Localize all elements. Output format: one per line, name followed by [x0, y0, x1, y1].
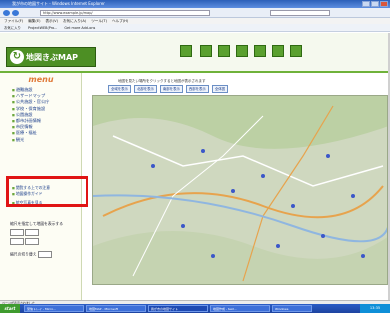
taskbar-button[interactable]: 受信トレイ - Micro... [24, 305, 84, 312]
favorites-item[interactable]: ProjectWEB(Pro... [28, 26, 57, 30]
taskbar-button[interactable]: 地図MAP - Microsoft [86, 305, 146, 312]
scale-select[interactable] [25, 229, 40, 236]
search-input[interactable] [270, 10, 330, 16]
scale-select[interactable] [10, 229, 24, 236]
taskbar-button[interactable]: Windows [272, 305, 312, 312]
help-icon[interactable] [290, 45, 302, 57]
zoom-in-icon[interactable] [200, 45, 212, 57]
site-logo[interactable]: ↻ 地図きぶMAP [6, 47, 96, 67]
page-content: ↻ 地図きぶMAP menu 避難施設 ハザードマップ 公共施設・官公庁 学校・… [0, 33, 390, 300]
map-image [93, 96, 387, 284]
map-tab[interactable]: 西部を表示 [185, 85, 209, 93]
url-input[interactable]: http://www.example.jp/map/ [40, 10, 210, 16]
map-tab[interactable]: 全体図 [211, 85, 228, 93]
clock: 13:35 [360, 304, 390, 313]
scale-label: 縮尺の切り替え [10, 251, 37, 257]
maximize-button[interactable] [371, 1, 379, 7]
favorites-item[interactable]: お気に入り [4, 26, 21, 30]
site-name: 地図きぶMAP [26, 52, 79, 62]
scale-select[interactable] [25, 238, 40, 245]
zoom-out-icon[interactable] [218, 45, 230, 57]
highlight-box [6, 176, 89, 207]
window-title: 我が市の地図サイト - Windows Internet Explorer [12, 1, 105, 6]
zoom-scale-box: 縮尺を指定して地図を表示する 縮尺の切り替え [10, 221, 80, 258]
forward-icon[interactable] [12, 10, 19, 16]
sidebar-menu: 避難施設 ハザードマップ 公共施設・官公庁 学校・保育施設 公園施設 都市計画情… [12, 87, 50, 143]
window-controls [362, 1, 388, 7]
sidebar-item[interactable]: 学校・保育施設 [12, 106, 49, 112]
taskbar-button[interactable]: 我が市の地図サイト [148, 305, 208, 312]
logo-mark-icon: ↻ [10, 50, 24, 64]
back-icon[interactable] [3, 10, 10, 16]
zoom-label: 縮尺を指定して地図を表示する [10, 221, 64, 226]
address-bar: http://www.example.jp/map/ [0, 8, 390, 18]
print-icon[interactable] [272, 45, 284, 57]
search-icon[interactable] [236, 45, 248, 57]
favorites-item[interactable]: Get more Add-ons [64, 26, 95, 30]
site-header: ↻ 地図きぶMAP [0, 33, 390, 73]
window-titlebar: 我が市の地図サイト - Windows Internet Explorer [0, 0, 390, 8]
start-button[interactable]: start [0, 304, 20, 313]
map-tab[interactable]: 全域を表示 [108, 85, 131, 93]
scale-dropdown[interactable] [37, 251, 52, 258]
sidebar-item[interactable]: 観光 [12, 137, 49, 143]
map-canvas[interactable] [92, 95, 388, 285]
layers-icon[interactable] [254, 45, 266, 57]
sidebar-title: menu [28, 75, 54, 84]
minimize-button[interactable] [362, 1, 370, 7]
map-tab[interactable]: 南部を表示 [159, 85, 183, 93]
close-button[interactable] [380, 1, 388, 7]
scale-select[interactable] [10, 238, 24, 245]
taskbar: start 受信トレイ - Micro... 地図MAP - Microsoft… [0, 304, 390, 313]
sidebar-item[interactable]: 公共施設・官公庁 [12, 99, 50, 105]
taskbar-button[interactable]: 地図作成 - test... [210, 305, 270, 312]
favorites-bar: お気に入り ProjectWEB(Pro... Get more Add-ons [0, 24, 390, 32]
map-tab[interactable]: 北部を表示 [133, 85, 157, 93]
home-icon[interactable] [180, 45, 192, 57]
map-area: 地図を見たい場所をクリックすると地図が表示されます 全域を表示 北部を表示 南部… [88, 73, 390, 300]
map-note: 地図を見たい場所をクリックすると地図が表示されます [118, 79, 206, 83]
map-tabs: 全域を表示 北部を表示 南部を表示 西部を表示 全体図 [108, 85, 228, 93]
